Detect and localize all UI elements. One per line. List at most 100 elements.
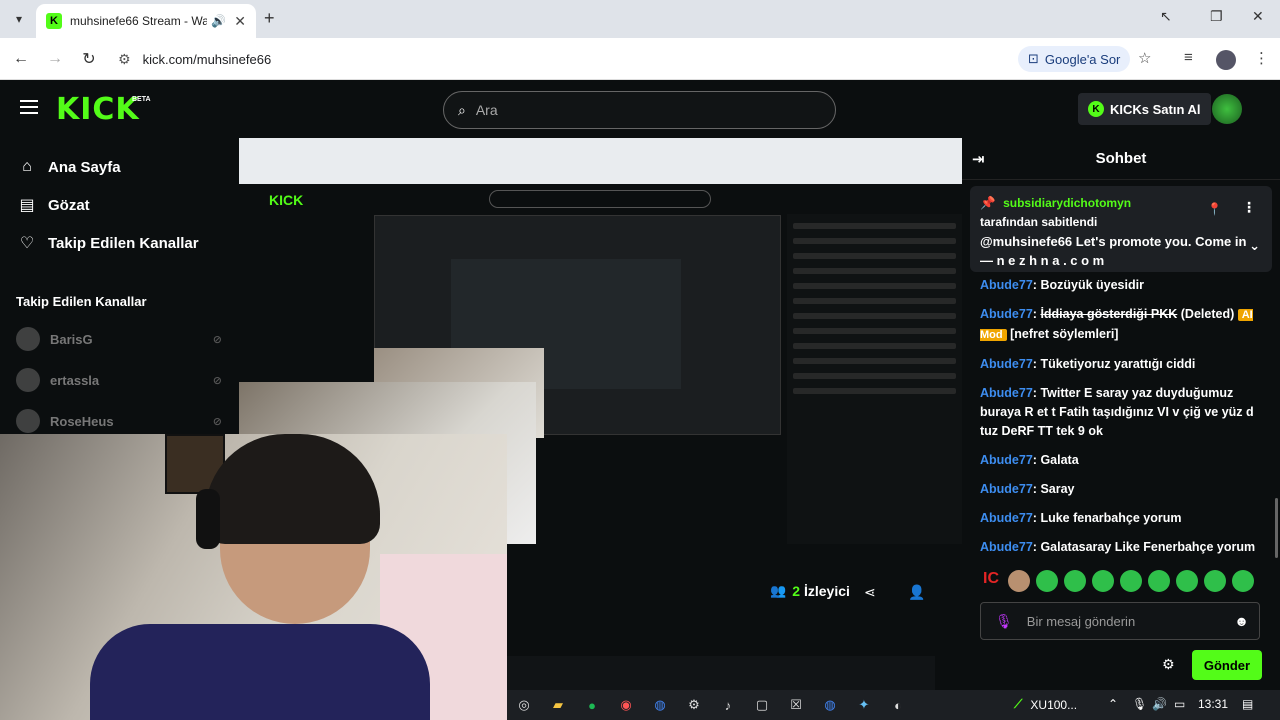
chat-username[interactable]: Abude77 — [980, 482, 1033, 496]
stock-ticker[interactable]: ⟋ XU100... — [1014, 697, 1077, 712]
channel-item[interactable]: BarisG ⊘ — [16, 326, 226, 352]
viewer-count-number: 2 — [792, 583, 800, 599]
microphone-icon[interactable]: 🎙 — [995, 613, 1013, 630]
sidebar-item-following[interactable]: ♡ Takip Edilen Kanallar — [16, 233, 199, 253]
reload-button[interactable]: ↻ — [72, 49, 106, 69]
taskview-icon[interactable]: ◎ — [513, 695, 535, 715]
pinned-username[interactable]: subsidiarydichotomyn — [1003, 196, 1131, 210]
sidebar-item-browse[interactable]: ▤ Gözat — [16, 195, 89, 215]
nested-search — [489, 190, 711, 208]
channel-item[interactable]: RoseHeus ⊘ — [16, 408, 226, 434]
chat-text: Saray — [1040, 482, 1075, 496]
search-input[interactable]: ⌕ Ara — [443, 91, 836, 129]
bookmark-star-icon[interactable]: ☆ — [1138, 49, 1151, 67]
browse-icon: ▤ — [19, 197, 35, 214]
browser-tab-active[interactable]: K muhsinefe66 Stream - Watc 🔊 ✕ — [36, 4, 256, 38]
network-icon[interactable]: ▭ — [1174, 697, 1185, 711]
channel-item[interactable]: ertassla ⊘ — [16, 367, 226, 393]
emote-icon[interactable] — [1120, 570, 1142, 592]
chat-username[interactable]: Abude77 — [980, 511, 1033, 525]
lens-icon: ⊡ — [1028, 51, 1039, 66]
file-explorer-icon[interactable]: ▰ — [547, 695, 569, 715]
media-control-icon[interactable]: ≡ — [1184, 49, 1193, 66]
chat-text: Tüketiyoruz yarattığı ciddi — [1040, 357, 1196, 371]
site-header: KICK BETA ⌕ Ara K KICKs Satın Al — [0, 80, 1280, 138]
kick-emote-icon[interactable]: IC — [980, 570, 1002, 592]
cat-emote-icon[interactable] — [1008, 570, 1030, 592]
chat-username[interactable]: Abude77 — [980, 386, 1033, 400]
site-info-icon[interactable]: ⚙ — [118, 51, 131, 68]
forward-button[interactable]: → — [38, 50, 72, 68]
tab-search-button[interactable]: ▾ — [4, 4, 34, 34]
steam-icon[interactable]: ✦ — [853, 695, 875, 715]
tiktok-icon[interactable]: ♪ — [717, 695, 739, 715]
close-tab-icon[interactable]: ✕ — [234, 13, 246, 30]
chat-text: Galatasaray Like Fenerbahçe yorum — [1040, 540, 1256, 554]
app-icon[interactable]: ◉ — [615, 695, 637, 715]
emoji-picker-icon[interactable]: ☻ — [1234, 613, 1249, 629]
share-icon[interactable]: ⋖ — [864, 584, 876, 601]
chat-message-deleted: Abude77: İddiaya gösterdiği PKK (Deleted… — [980, 307, 1253, 341]
pin-icon: 📌 — [980, 196, 996, 210]
chat-message: Abude77: Twitter E saray yaz duyduğumuz … — [980, 386, 1254, 438]
back-button[interactable]: ← — [4, 50, 38, 68]
sidebar-item-home[interactable]: ⌂ Ana Sayfa — [16, 158, 120, 176]
volume-icon[interactable]: 🔊 — [1152, 697, 1167, 711]
emote-icon[interactable] — [1232, 570, 1254, 592]
more-options-icon[interactable]: ⋮ — [1242, 198, 1256, 217]
emote-icon[interactable] — [1176, 570, 1198, 592]
buy-kicks-button[interactable]: K KICKs Satın Al — [1078, 93, 1211, 125]
channel-name: RoseHeus — [50, 413, 114, 429]
chat-text: Luke fenarbahçe yorum — [1040, 511, 1182, 525]
collapse-chat-icon[interactable]: ⇥ — [972, 150, 985, 168]
deleted-label: (Deleted) — [1180, 307, 1235, 321]
chat-username[interactable]: Abude77 — [980, 307, 1033, 321]
emote-icon[interactable] — [1064, 570, 1086, 592]
clock-time[interactable]: 13:31 — [1198, 697, 1228, 711]
chrome-icon[interactable]: ◍ — [819, 695, 841, 715]
emote-icon[interactable] — [1148, 570, 1170, 592]
emote-icon[interactable] — [1036, 570, 1058, 592]
chevron-down-icon[interactable]: ⌄ — [1249, 236, 1260, 255]
chat-username[interactable]: Abude77 — [980, 357, 1033, 371]
spotify-icon[interactable]: ● — [581, 695, 603, 715]
chat-message: Abude77: Galatasaray Like Fenerbahçe yor… — [980, 540, 1256, 554]
restore-window-button[interactable]: ❐ — [1210, 8, 1223, 25]
new-tab-button[interactable]: + — [264, 8, 275, 29]
browser-profile-avatar[interactable] — [1216, 50, 1236, 70]
chat-username[interactable]: Abude77 — [980, 453, 1033, 467]
chrome-icon[interactable]: ◍ — [649, 695, 671, 715]
settings-icon[interactable]: ⚙ — [683, 695, 705, 715]
notifications-icon[interactable]: ▤ — [1242, 697, 1253, 711]
unpin-icon[interactable]: 📍 — [1207, 200, 1222, 219]
chat-text-deleted: İddiaya gösterdiği PKK — [1040, 307, 1178, 321]
obs-icon[interactable]: ◐ — [887, 695, 909, 715]
emote-icon[interactable] — [1092, 570, 1114, 592]
address-bar[interactable]: ⚙ kick.com/muhsinefe66 — [112, 43, 1012, 75]
microphone-icon[interactable]: 🎙 — [1132, 697, 1147, 711]
chat-scrollbar[interactable] — [1275, 498, 1278, 558]
chat-username[interactable]: Abude77 — [980, 540, 1033, 554]
hamburger-menu-icon[interactable] — [20, 100, 38, 114]
nested-kick-logo: KICK — [269, 192, 304, 208]
pinned-message[interactable]: 📌 subsidiarydichotomyn tarafından sabitl… — [970, 186, 1272, 272]
heart-icon: ♡ — [19, 235, 35, 252]
speaker-icon[interactable]: 🔊 — [211, 14, 226, 28]
chat-username[interactable]: Abude77 — [980, 278, 1033, 292]
follow-user-icon[interactable]: 👤 — [908, 584, 925, 601]
screen: ▾ K muhsinefe66 Stream - Watc 🔊 ✕ + ↖ ❐ … — [0, 0, 1280, 720]
chat-settings-icon[interactable]: ⚙ — [1162, 656, 1175, 673]
close-window-button[interactable]: ✕ — [1252, 8, 1264, 25]
nested-chat — [787, 214, 962, 544]
browser-tab-strip: ▾ K muhsinefe66 Stream - Watc 🔊 ✕ + ↖ ❐ … — [0, 0, 1280, 38]
emote-icon[interactable] — [1204, 570, 1226, 592]
menu-icon[interactable]: ⋮ — [1254, 49, 1269, 67]
kick-logo[interactable]: KICK — [56, 92, 140, 127]
chat-message-input[interactable]: 🎙 Bir mesaj gönderin ☻ — [980, 602, 1260, 640]
ask-google-button[interactable]: ⊡ Google'a Sor — [1018, 46, 1131, 72]
capcut-icon[interactable]: ☒ — [785, 695, 807, 715]
window-icon[interactable]: ▢ — [751, 695, 773, 715]
user-avatar[interactable] — [1212, 94, 1242, 124]
send-button[interactable]: Gönder — [1192, 650, 1262, 680]
chevron-up-icon[interactable]: ⌃ — [1108, 697, 1118, 711]
